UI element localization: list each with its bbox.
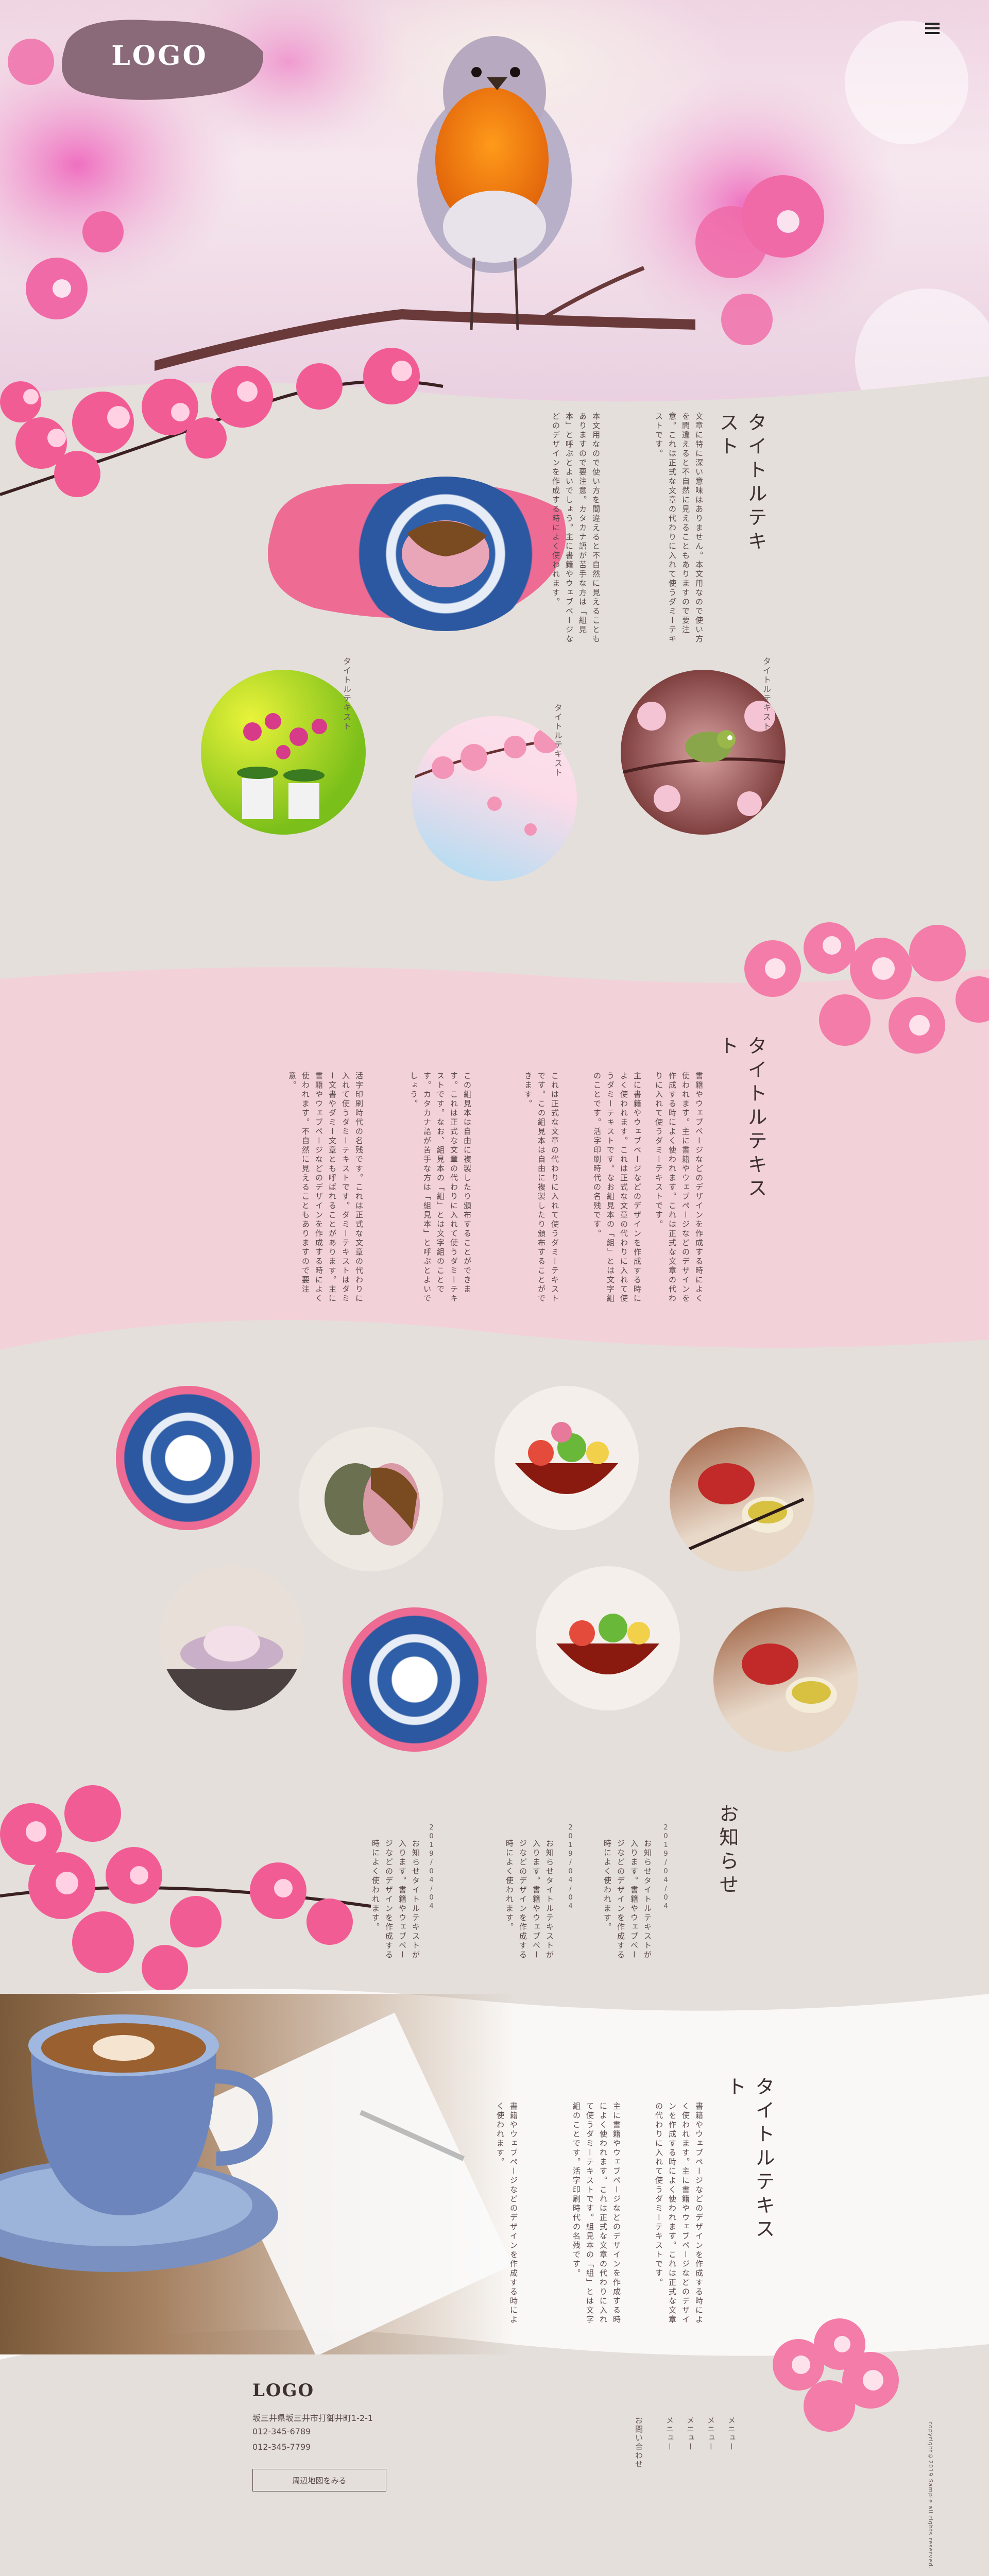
section3-text-col3: 書籍やウェブページなどのデザインを作成する時によく使われます。 bbox=[496, 2102, 518, 2325]
news-date-2: 2019/04/04 bbox=[567, 1824, 574, 1911]
section2-text-col2: 主に書籍やウェブページなどのデザインを作成する時によく使われます。これは正式な文… bbox=[592, 1072, 642, 1303]
footer-menu-1[interactable]: メニュー bbox=[726, 2416, 737, 2451]
footer-address: 坂三井県坂三井市打御井町1-2-1 bbox=[252, 2413, 373, 2423]
gallery-photo-5[interactable] bbox=[160, 1566, 304, 1710]
footer-menu-2[interactable]: メニュー bbox=[706, 2416, 717, 2451]
news-date-3: 2019/04/04 bbox=[428, 1824, 435, 1911]
footer-tel: 012-345-6789 bbox=[252, 2427, 311, 2436]
section1-text-col2: 本文用なので使い方を間違えると不自然に見えることもありますので要注意。カタカナ語… bbox=[551, 412, 601, 644]
gallery-photo-2[interactable] bbox=[299, 1427, 443, 1571]
footer-logo[interactable]: LOGO bbox=[252, 2380, 314, 2401]
copyright: copyright©2019 Sample all rights reserve… bbox=[927, 2421, 934, 2569]
footer-menu-contact[interactable]: お問い合わせ bbox=[634, 2416, 644, 2469]
section1-text-col1: 文章に特に深い意味はありません。本文用なので使い方を間違えると不自然に見えること… bbox=[654, 412, 704, 644]
gallery-photo-3[interactable] bbox=[494, 1386, 639, 1530]
footer-menu-3[interactable]: メニュー bbox=[685, 2416, 696, 2451]
section2-text-col1: 書籍やウェブページなどのデザインを作成する時によく使われます。主に書籍やウェブペ… bbox=[654, 1072, 704, 1303]
wagashi-plate-icon bbox=[160, 1625, 304, 1710]
footer-menu-4[interactable]: メニュー bbox=[664, 2416, 675, 2451]
tea-set-icon-2 bbox=[742, 1643, 837, 1713]
news-title: お知らせ bbox=[716, 1803, 739, 1898]
sakuramochi-icon bbox=[402, 520, 489, 587]
hamburger-menu-icon[interactable] bbox=[925, 23, 940, 35]
section3-text-col2: 主に書籍やウェブページなどのデザインを作成する時によく使われます。これは正式な文… bbox=[572, 2102, 621, 2325]
gallery-photo-4[interactable] bbox=[670, 1427, 814, 1571]
gallery-photo-6[interactable] bbox=[343, 1607, 487, 1752]
dessert-bowl-icon bbox=[515, 1422, 618, 1494]
section3-text-col1: 書籍やウェブページなどのデザインを作成する時によく使われます。主に書籍やウェブペ… bbox=[654, 2102, 704, 2325]
coffee-cup-icon bbox=[0, 2012, 513, 2354]
map-button[interactable]: 周辺地図をみる bbox=[252, 2469, 386, 2492]
footer-fax: 012-345-7799 bbox=[252, 2442, 311, 2452]
mochi-icon bbox=[325, 1463, 420, 1546]
section2-text-col4: この組見本は自由に複製したり頒布することができます。これは正式な文章の代わりに入… bbox=[409, 1072, 472, 1303]
small-title-3: タイトルテキスト bbox=[761, 657, 771, 731]
logo-text: LOGO bbox=[111, 40, 208, 72]
section2-text-col3: これは正式な文章の代わりに入れて使うダミーテキストです。この組見本は自由に複製し… bbox=[523, 1072, 559, 1303]
photo-coffee-notebook bbox=[0, 1994, 515, 2354]
news-item-1[interactable]: お知らせタイトルテキストが入ります。書籍やウェブページなどのデザインを作成する時… bbox=[603, 1839, 654, 1963]
gallery-photo-8[interactable] bbox=[713, 1607, 858, 1752]
small-title-1: タイトルテキスト bbox=[342, 657, 351, 731]
section1-title: タイトルテキスト bbox=[716, 412, 767, 554]
small-title-2: タイトルテキスト bbox=[553, 703, 562, 777]
cherry-blossom-decoration-4 bbox=[773, 2318, 899, 2432]
gallery-photo-7[interactable] bbox=[536, 1566, 680, 1710]
news-date-1: 2019/04/04 bbox=[662, 1824, 670, 1911]
photo-sakuramochi bbox=[350, 477, 541, 631]
section3-title: タイトルテキスト bbox=[724, 2076, 775, 2242]
news-item-2[interactable]: お知らせタイトルテキストが入ります。書籍やウェブページなどのデザインを作成する時… bbox=[484, 1839, 556, 1963]
tea-set-icon bbox=[684, 1463, 805, 1552]
dessert-bowl-icon-2 bbox=[556, 1614, 659, 1674]
news-item-3[interactable]: お知らせタイトルテキストが入ります。書籍やウェブページなどのデザインを作成する時… bbox=[371, 1839, 422, 1963]
section2-title: タイトルテキスト bbox=[716, 1036, 767, 1201]
section2-text-col5: 活字印刷時代の名残です。これは正式な文章の代わりに入れて使うダミーテキストです。… bbox=[287, 1072, 364, 1303]
gallery-photo-1[interactable] bbox=[116, 1386, 260, 1530]
header-logo[interactable]: LOGO bbox=[52, 10, 268, 103]
cherry-blossom-decoration-3 bbox=[0, 1785, 371, 1991]
